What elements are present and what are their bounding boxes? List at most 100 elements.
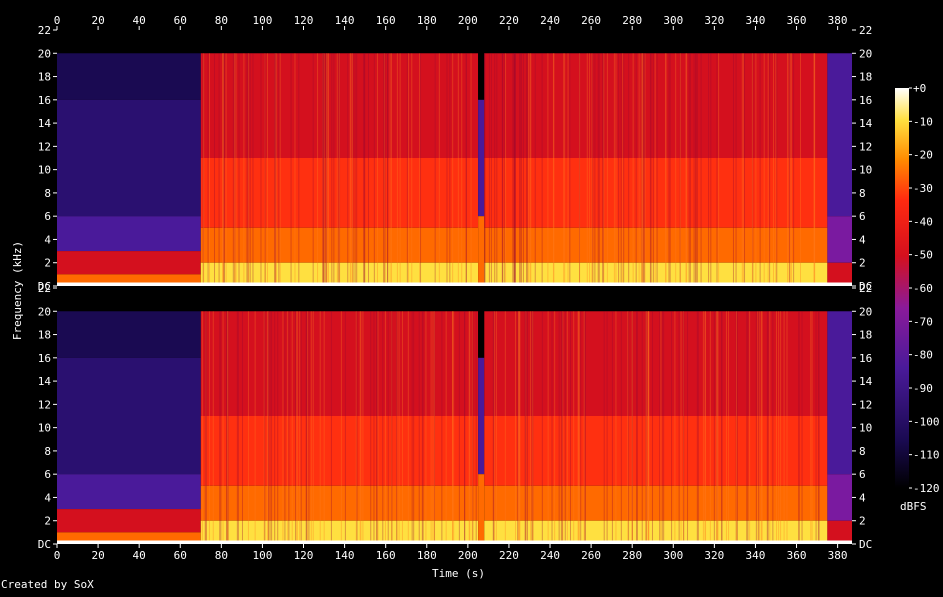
spectrum-streak [598, 53, 600, 286]
spectrum-streak [566, 311, 568, 544]
x-tick-label-top: 100 [252, 14, 272, 27]
x-tick-label-top: 60 [174, 14, 187, 27]
x-tick-label: 260 [581, 549, 601, 562]
spectrum-streak [656, 53, 658, 286]
x-tick-label-top: 360 [787, 14, 807, 27]
spectrum-streak [708, 53, 710, 286]
spectrum-streak [227, 311, 229, 544]
spectrum-streak [597, 53, 599, 286]
spectrum-streak [772, 311, 774, 544]
colorbar-tick-label: -80 [913, 349, 933, 362]
spectrum-streak [208, 53, 210, 286]
created-by-label: Created by SoX [1, 578, 94, 591]
spectrum-streak [389, 53, 391, 286]
spectrum-streak [709, 311, 711, 544]
spectrum-streak [387, 311, 389, 544]
spectrogram-chart: DC DC2 24 46 68 810 1012 1214 1416 1618 1820 2022 22… [38, 14, 940, 562]
y-tick-label: 2 [44, 515, 51, 528]
spectrum-streak [541, 311, 543, 544]
spectrum-streak [649, 53, 651, 286]
spectrum-band [484, 311, 828, 416]
spectrum-band [478, 99, 485, 217]
spectrum-streak [697, 311, 699, 544]
spectrum-streak [517, 311, 519, 544]
spectrum-streak [398, 311, 400, 544]
spectrum-streak [225, 53, 227, 286]
spectrum-streak [791, 53, 793, 286]
spectrum-streak [300, 311, 302, 544]
spectrum-streak [728, 311, 730, 544]
colorbar-tick-label: -50 [913, 249, 933, 262]
y-tick-label-right: 14 [859, 117, 873, 130]
y-tick-label-right: 2 [859, 257, 866, 270]
spectrum-streak [560, 311, 562, 544]
spectrum-streak [735, 53, 737, 286]
spectrum-streak [363, 53, 365, 286]
spectrum-streak [406, 53, 408, 286]
spectrum-streak [264, 311, 266, 544]
y-tick-label: 16 [38, 94, 51, 107]
channel-1-panel [57, 30, 852, 286]
y-tick-label: 22 [38, 282, 51, 295]
spectrum-streak [761, 311, 763, 544]
y-tick-label-right: 16 [859, 94, 872, 107]
spectrum-streak [401, 311, 403, 544]
spectrum-streak [769, 311, 771, 544]
spectrum-streak [411, 53, 413, 286]
spectrum-streak [717, 311, 719, 544]
spectrum-streak [813, 53, 815, 286]
y-tick-label-right: 10 [859, 422, 872, 435]
spectrum-streak [766, 311, 768, 544]
y-tick-label: 8 [44, 445, 51, 458]
spectrum-streak [696, 53, 698, 286]
spectrum-streak [418, 311, 420, 544]
spectrum-streak [660, 311, 662, 544]
spectrum-streak [736, 311, 738, 544]
spectrum-streak [422, 311, 424, 544]
spectrum-streak [384, 311, 386, 544]
spectrum-streak [249, 53, 251, 286]
spectrum-band [478, 53, 485, 100]
spectrum-streak [362, 311, 364, 544]
spectrum-streak [688, 53, 690, 286]
spectrum-streak [645, 311, 647, 544]
spectrum-streak [356, 311, 358, 544]
spectrum-band [57, 251, 201, 275]
spectrum-streak [648, 311, 650, 544]
spectrum-streak [783, 311, 785, 544]
spectrum-streak [222, 311, 224, 544]
spectrum-streak [519, 311, 521, 544]
spectrum-band [827, 53, 852, 217]
y-tick-label-right: 16 [859, 352, 872, 365]
spectrum-streak [627, 311, 629, 544]
spectrum-streak [512, 53, 514, 286]
spectrum-streak [526, 311, 528, 544]
x-tick-label-top: 260 [581, 14, 601, 27]
spectrum-streak [643, 53, 645, 286]
spectrum-band [57, 99, 201, 217]
y-tick-label: 8 [44, 187, 51, 200]
spectrum-streak [776, 53, 778, 286]
x-tick-label: 20 [91, 549, 104, 562]
spectrum-streak [592, 53, 594, 286]
spectrum-band [827, 216, 852, 263]
y-tick-label-right: 20 [859, 305, 872, 318]
spectrum-streak [323, 311, 325, 544]
spectrum-streak [674, 311, 676, 544]
spectrum-streak [291, 311, 293, 544]
spectrum-streak [786, 311, 788, 544]
spectrum-streak [241, 311, 243, 544]
spectrum-streak [541, 53, 543, 286]
spectrum-streak [237, 311, 239, 544]
spectrum-streak [763, 53, 765, 286]
spectrum-streak [778, 311, 780, 544]
spectrum-streak [319, 311, 321, 544]
spectrum-streak [461, 53, 463, 286]
y-tick-label: 10 [38, 422, 51, 435]
spectrum-streak [495, 311, 497, 544]
spectrum-streak [710, 53, 712, 286]
spectrum-streak [751, 53, 753, 286]
spectrum-streak [312, 311, 314, 544]
spectrum-streak [208, 311, 210, 544]
spectrum-streak [420, 53, 422, 286]
